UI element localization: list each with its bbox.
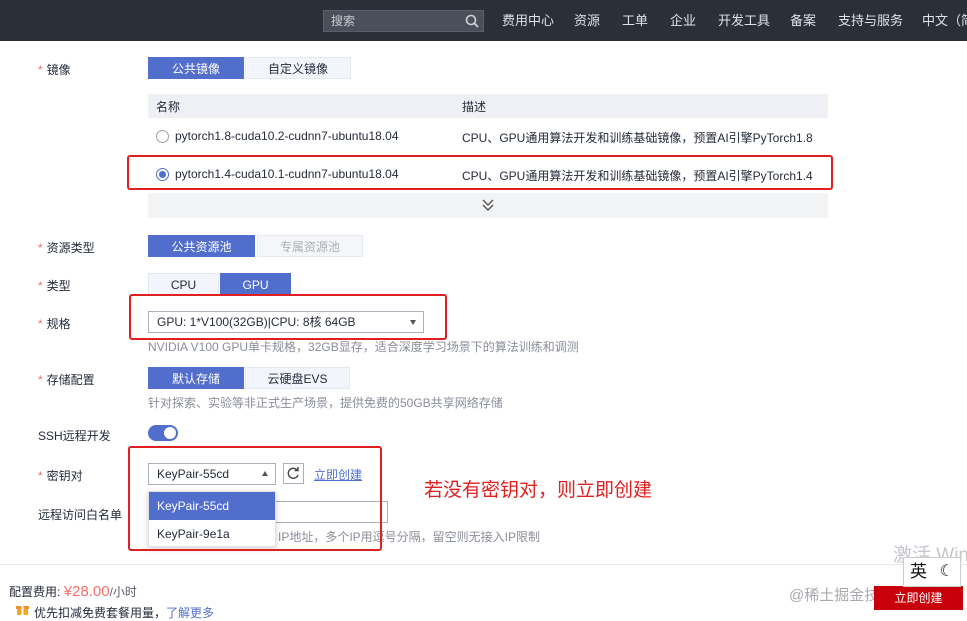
storage-label-text: 存储配置 (46, 373, 95, 387)
required-mark: * (38, 373, 43, 387)
type-label-text: 类型 (46, 279, 71, 293)
option-public-pool[interactable]: 公共资源池 (148, 235, 255, 257)
nav-filing[interactable]: 备案 (790, 13, 816, 29)
moon-icon: ☾ (939, 563, 954, 580)
storage-label: * 存储配置 (38, 371, 95, 388)
nav-enterprise[interactable]: 企业 (670, 13, 696, 29)
price-value: ¥28.00 (63, 583, 110, 600)
highlight-box-spec (129, 294, 447, 340)
nav-dev-tools[interactable]: 开发工具 (718, 13, 770, 29)
whitelist-label: 远程访问白名单 (38, 508, 123, 522)
learn-more-link[interactable]: 了解更多 (166, 606, 214, 620)
ssh-label: SSH远程开发 (38, 429, 111, 443)
keypair-label: * 密钥对 (38, 467, 83, 484)
tab-custom-image[interactable]: 自定义镜像 (245, 57, 351, 79)
required-mark: * (38, 317, 43, 331)
search-input[interactable]: 搜索 (323, 10, 484, 32)
ssh-toggle[interactable] (148, 425, 178, 441)
tab-public-image[interactable]: 公共镜像 (148, 57, 244, 79)
promo-text-body: 优先扣减免费套餐用量， (34, 606, 167, 620)
image-label: * 镜像 (38, 61, 71, 78)
price-unit: /小时 (109, 585, 137, 599)
required-mark: * (38, 241, 43, 255)
storage-hint: 针对探索、实验等非正式生产场景，提供免费的50GB共享网络存储 (148, 396, 503, 410)
search-placeholder: 搜索 (331, 14, 356, 28)
nav-language[interactable]: 中文（简 (922, 13, 967, 29)
option-default-storage[interactable]: 默认存储 (148, 367, 244, 389)
search-icon[interactable] (464, 13, 480, 29)
double-chevron-down-icon[interactable] (482, 198, 494, 212)
required-mark: * (38, 63, 43, 77)
resource-type-label: * 资源类型 (38, 239, 95, 256)
image-row[interactable]: pytorch1.8-cuda10.2-cudnn7-ubuntu18.04 C… (148, 118, 828, 156)
top-navigation-bar: 搜索 费用中心 资源 工单 企业 开发工具 备案 支持与服务 中文（简 (0, 0, 967, 41)
nav-resources[interactable]: 资源 (574, 13, 600, 29)
option-gpu[interactable]: GPU (220, 273, 291, 295)
ime-indicator: 英 ☾ (903, 557, 961, 587)
image-name: pytorch1.8-cuda10.2-cudnn7-ubuntu18.04 (175, 129, 399, 143)
image-table-header: 名称 描述 (148, 94, 828, 118)
nav-billing[interactable]: 费用中心 (502, 13, 554, 29)
type-label: * 类型 (38, 277, 71, 294)
option-dedicated-pool[interactable]: 专属资源池 (257, 235, 363, 257)
expand-more-row[interactable] (148, 193, 828, 218)
ime-language: 英 (910, 562, 927, 581)
column-header-name: 名称 (156, 100, 181, 114)
cost-label: 配置费用: (9, 585, 61, 599)
annotation-text: 若没有密钥对，则立即创建 (424, 480, 653, 501)
keypair-label-text: 密钥对 (46, 469, 83, 483)
resource-type-label-text: 资源类型 (46, 241, 95, 255)
promo-text: 优先扣减免费套餐用量，了解更多 (34, 604, 214, 621)
nav-support[interactable]: 支持与服务 (838, 13, 903, 29)
gift-icon (16, 606, 29, 615)
column-header-description: 描述 (462, 100, 487, 114)
spec-label-text: 规格 (46, 317, 71, 331)
required-mark: * (38, 469, 43, 483)
spec-hint: NVIDIA V100 GPU单卡规格，32GB显存，适合深度学习场景下的算法训… (148, 340, 579, 354)
nav-tickets[interactable]: 工单 (622, 13, 648, 29)
highlight-box-image (127, 155, 833, 190)
image-label-text: 镜像 (46, 63, 71, 77)
spec-label: * 规格 (38, 315, 71, 332)
image-radio[interactable] (156, 130, 169, 143)
image-description: CPU、GPU通用算法开发和训练基础镜像，预置AI引擎PyTorch1.8 (462, 131, 813, 145)
required-mark: * (38, 279, 43, 293)
cost-summary: 配置费用: ¥28.00/小时 (9, 583, 137, 600)
highlight-box-keypair (128, 446, 382, 551)
option-evs-storage[interactable]: 云硬盘EVS (245, 367, 350, 389)
option-cpu[interactable]: CPU (148, 273, 219, 295)
create-now-button[interactable]: 立即创建 (874, 586, 963, 610)
